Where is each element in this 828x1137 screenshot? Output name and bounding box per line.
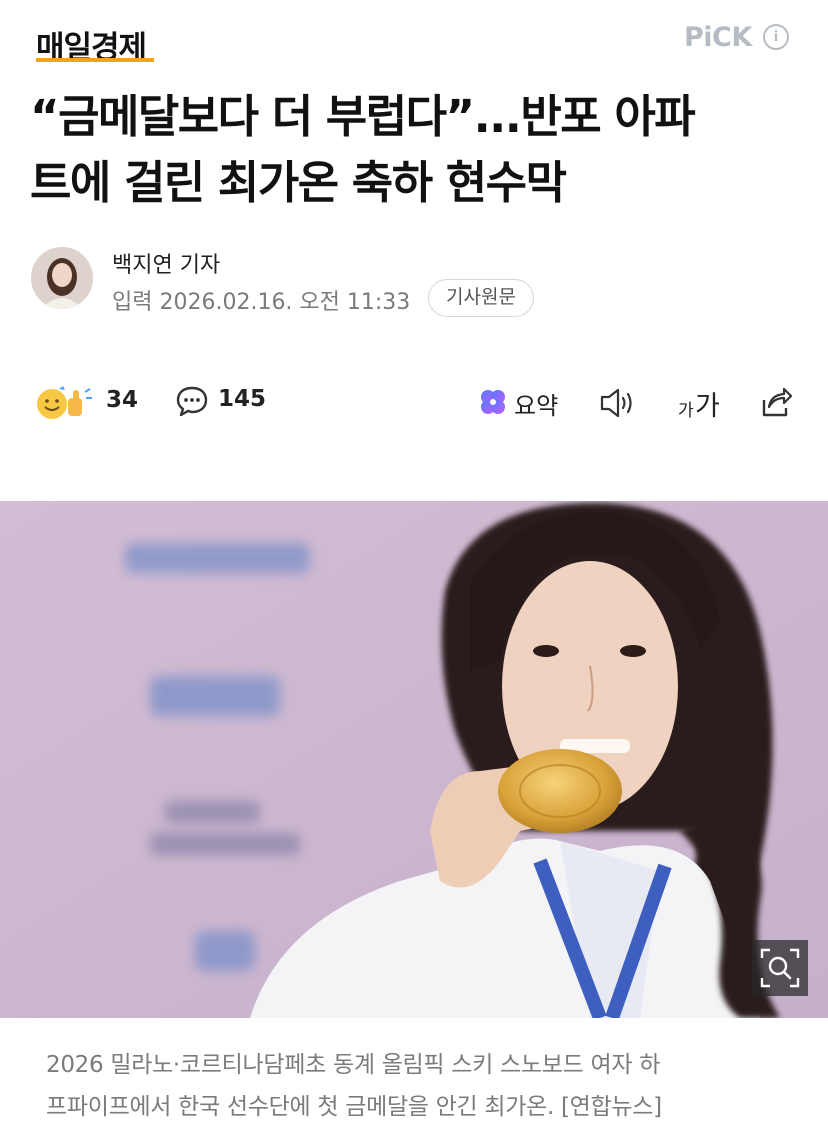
article-photo[interactable]	[0, 501, 828, 1018]
photo-caption-line1: 2026 밀라노·코르티나담페초 동계 올림픽 스키 스노보드 여자 하	[46, 1052, 661, 1078]
comment-count: 145	[218, 386, 267, 412]
original-article-button[interactable]: 기사원문	[428, 279, 534, 317]
photo-caption: 2026 밀라노·코르티나담페초 동계 올림픽 스키 스노보드 여자 하 프파이…	[46, 1044, 796, 1128]
zoom-icon	[760, 948, 800, 988]
summary-label[interactable]: 요약	[514, 386, 558, 421]
photo-zoom-button[interactable]	[752, 940, 808, 996]
published-date: 입력 2026.02.16. 오전 11:33	[112, 290, 411, 315]
article-title-line2: 트에 걸린 최가온 축하 현수막	[30, 156, 567, 209]
comment-bubble-icon[interactable]	[175, 385, 209, 417]
reaction-count: 34	[106, 387, 139, 413]
photo-caption-line2: 프파이프에서 한국 선수단에 첫 금메달을 안긴 최가온. [연합뉴스]	[46, 1094, 662, 1120]
font-size-big-glyph[interactable]: 가	[695, 384, 720, 423]
reaction-emoji-icon[interactable]	[35, 384, 95, 420]
speaker-icon[interactable]	[598, 386, 638, 420]
article-title-line1: “금메달보다 더 부럽다”...반포 아파	[30, 90, 696, 143]
info-icon[interactable]: i	[763, 24, 789, 50]
font-size-small-glyph[interactable]: 가	[678, 396, 694, 421]
ai-summary-icon[interactable]	[477, 386, 509, 418]
article-title: “금메달보다 더 부럽다”...반포 아파 트에 걸린 최가온 축하 현수막	[30, 84, 800, 216]
logo-underline	[36, 58, 154, 62]
reporter-name[interactable]: 백지연 기자	[112, 247, 220, 279]
share-icon[interactable]	[756, 384, 794, 420]
reporter-avatar[interactable]	[31, 247, 93, 309]
pick-label[interactable]: PiCK	[684, 22, 752, 53]
